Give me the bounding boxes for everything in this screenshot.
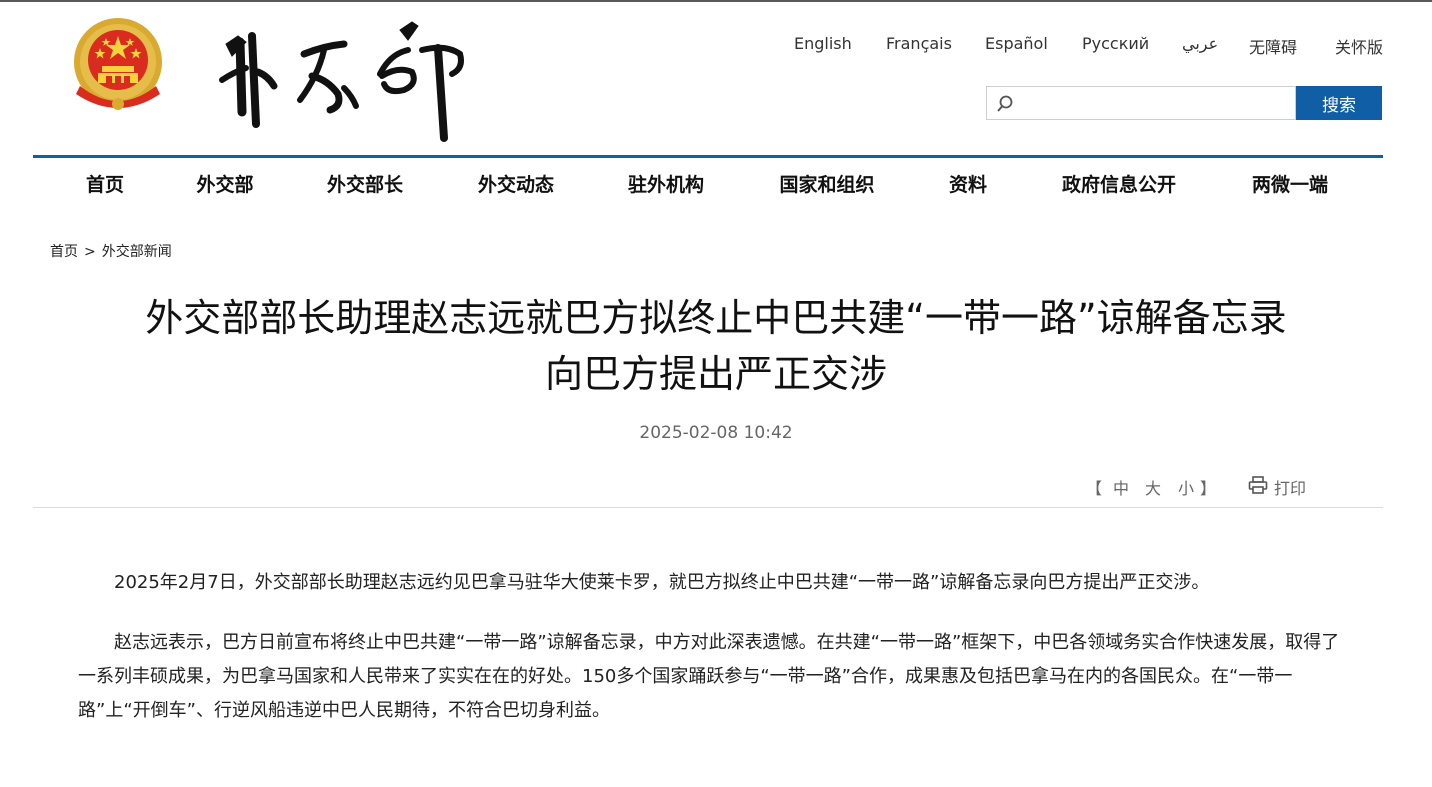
nav-item-countries-regions[interactable]: 国家和组织 xyxy=(779,170,874,197)
lang-french-link[interactable]: Français xyxy=(886,34,952,53)
search-icon xyxy=(997,95,1013,112)
elder-care-mode-link[interactable]: 关怀版 xyxy=(1335,34,1383,58)
print-button[interactable]: 打印 xyxy=(1274,475,1306,499)
font-size-medium-button[interactable]: 大 xyxy=(1145,475,1161,499)
nav-item-resources[interactable]: 资料 xyxy=(949,170,987,197)
printer-icon[interactable] xyxy=(1248,476,1268,494)
national-emblem-icon[interactable] xyxy=(70,16,166,116)
nav-item-home[interactable]: 首页 xyxy=(86,170,124,197)
font-size-small-button[interactable]: 小 xyxy=(1178,475,1194,499)
article-paragraph: 2025年2月7日，外交部部长助理赵志远约见巴拿马驻华大使莱卡罗，就巴方拟终止中… xyxy=(114,572,1210,593)
lang-english-link[interactable]: English xyxy=(794,34,852,53)
article-title-line2: 向巴方提出严正交涉 xyxy=(544,352,887,396)
breadcrumb-home-link[interactable]: 首页 xyxy=(50,244,78,260)
article-body: 2025年2月7日，外交部部长助理赵志远约见巴拿马驻华大使莱卡罗，就巴方拟终止中… xyxy=(78,566,1340,754)
article-paragraph: 赵志远表示，巴方日前宣布将终止中巴共建“一带一路”谅解备忘录，中方对此深表遗憾。… xyxy=(78,632,1340,721)
nav-item-minister[interactable]: 外交部长 xyxy=(327,170,403,197)
language-switcher: English Français Español Русский عربي 无障… xyxy=(760,34,1386,58)
nav-item-social-media[interactable]: 两微一端 xyxy=(1252,170,1328,197)
article-title-line1: 外交部部长助理赵志远就巴方拟终止中巴共建“一带一路”谅解备忘录 xyxy=(145,296,1287,340)
ministry-calligraphy-logo-icon[interactable] xyxy=(212,14,474,144)
main-nav: 首页 外交部 外交部长 外交动态 驻外机构 国家和组织 资料 政府信息公开 两微… xyxy=(33,170,1383,204)
accessibility-link[interactable]: 无障碍 xyxy=(1249,34,1297,58)
nav-item-government-info[interactable]: 政府信息公开 xyxy=(1062,170,1176,197)
breadcrumb: 首页 > 外交部新闻 xyxy=(50,241,172,261)
nav-item-missions-abroad[interactable]: 驻外机构 xyxy=(628,170,704,197)
search-input[interactable] xyxy=(1019,89,1293,119)
font-size-bracket-open: 【 xyxy=(1086,479,1103,498)
nav-top-rule xyxy=(33,155,1383,158)
font-size-bracket-close: 】 xyxy=(1200,479,1217,498)
lang-arabic-link[interactable]: عربي xyxy=(1182,34,1218,53)
lang-russian-link[interactable]: Русский xyxy=(1082,34,1149,53)
search-box xyxy=(986,86,1296,120)
article-datetime: 2025-02-08 10:42 xyxy=(639,423,793,443)
breadcrumb-separator: > xyxy=(84,244,96,260)
font-size-large-button[interactable]: 中 xyxy=(1113,475,1129,499)
article-title: 外交部部长助理赵志远就巴方拟终止中巴共建“一带一路”谅解备忘录 向巴方提出严正交… xyxy=(33,290,1399,402)
nav-item-diplomatic-news[interactable]: 外交动态 xyxy=(478,170,554,197)
lang-spanish-link[interactable]: Español xyxy=(985,34,1048,53)
search-button[interactable]: 搜索 xyxy=(1296,86,1382,120)
title-separator xyxy=(33,507,1383,508)
breadcrumb-current-link[interactable]: 外交部新闻 xyxy=(102,244,172,260)
top-border xyxy=(0,0,1432,2)
nav-item-ministry[interactable]: 外交部 xyxy=(196,170,253,197)
